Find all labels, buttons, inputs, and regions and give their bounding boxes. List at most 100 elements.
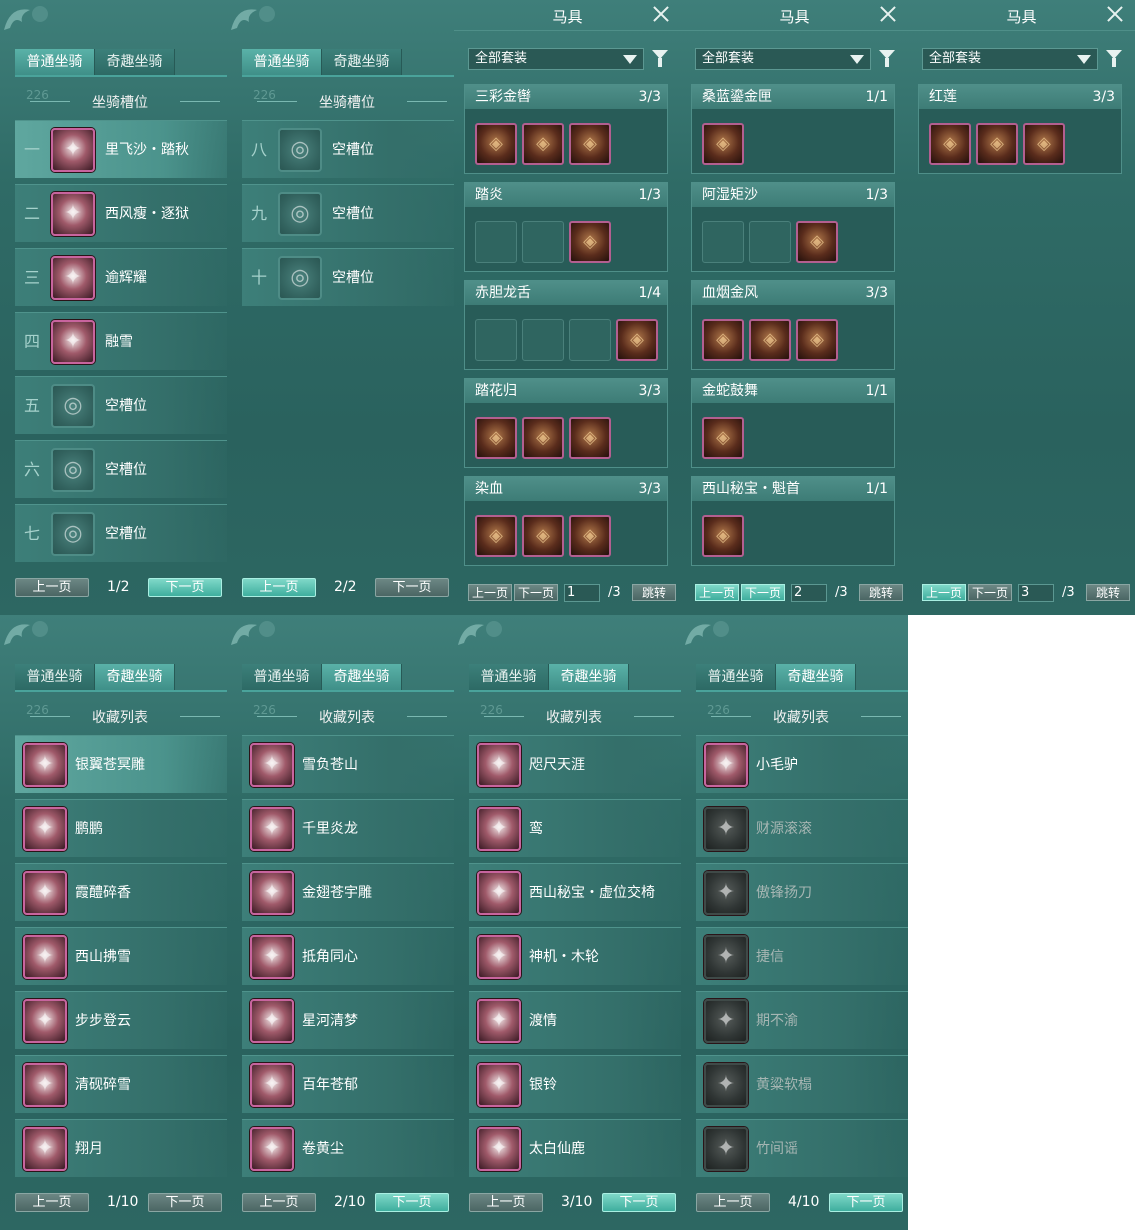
gear-item-icon[interactable]: ◈ — [1023, 123, 1065, 165]
filter-icon[interactable] — [1106, 50, 1122, 68]
tab-normal-mounts[interactable]: 普通坐骑 — [15, 664, 95, 690]
prev-page-button[interactable]: 上一页 — [242, 578, 316, 597]
page-number-input[interactable]: 2 — [791, 584, 827, 602]
gear-item-icon[interactable]: ◈ — [749, 319, 791, 361]
collection-row[interactable]: ✦ 卷黄尘 — [242, 1119, 454, 1177]
tab-normal-mounts[interactable]: 普通坐骑 — [242, 49, 322, 75]
tab-fun-mounts[interactable]: 奇趣坐骑 — [95, 664, 175, 690]
gear-item-icon[interactable]: ◈ — [475, 515, 517, 557]
collection-row[interactable]: ✦ 西山拂雪 — [15, 927, 227, 985]
gear-item-icon[interactable]: ◈ — [522, 515, 564, 557]
gear-item-icon[interactable]: ◈ — [796, 221, 838, 263]
gear-item-icon[interactable]: ◈ — [569, 221, 611, 263]
jump-button[interactable]: 跳转 — [859, 584, 903, 601]
prev-page-button[interactable]: 上一页 — [468, 584, 512, 601]
prev-page-button[interactable]: 上一页 — [922, 584, 966, 601]
gear-item-icon[interactable]: ◈ — [569, 515, 611, 557]
gear-item-icon[interactable]: ◈ — [475, 123, 517, 165]
tab-normal-mounts[interactable]: 普通坐骑 — [696, 664, 776, 690]
set-filter-select[interactable]: 全部套装 — [468, 48, 644, 70]
collection-row[interactable]: ✦ 财源滚滚 — [696, 799, 908, 857]
mount-slot-row[interactable]: 一 ✦ 里飞沙・踏秋 — [15, 120, 227, 178]
page-number-input[interactable]: 3 — [1018, 584, 1054, 602]
tab-fun-mounts[interactable]: 奇趣坐骑 — [95, 49, 175, 75]
mount-slot-row[interactable]: 八 ◎ 空槽位 — [242, 120, 454, 178]
collection-row[interactable]: ✦ 捷信 — [696, 927, 908, 985]
gear-item-icon[interactable]: ◈ — [522, 417, 564, 459]
collection-row[interactable]: ✦ 步步登云 — [15, 991, 227, 1049]
collection-row[interactable]: ✦ 千里炎龙 — [242, 799, 454, 857]
gear-item-icon[interactable]: ◈ — [569, 123, 611, 165]
collection-row[interactable]: ✦ 咫尺天涯 — [469, 735, 681, 793]
mount-slot-row[interactable]: 九 ◎ 空槽位 — [242, 184, 454, 242]
collection-row[interactable]: ✦ 傲锋扬刀 — [696, 863, 908, 921]
filter-icon[interactable] — [879, 50, 895, 68]
prev-page-button[interactable]: 上一页 — [15, 578, 89, 597]
gear-item-icon[interactable]: ◈ — [522, 123, 564, 165]
collection-row[interactable]: ✦ 银铃 — [469, 1055, 681, 1113]
prev-page-button[interactable]: 上一页 — [15, 1193, 89, 1212]
collection-row[interactable]: ✦ 翔月 — [15, 1119, 227, 1177]
tab-fun-mounts[interactable]: 奇趣坐骑 — [322, 49, 402, 75]
collection-row[interactable]: ✦ 小毛驴 — [696, 735, 908, 793]
collection-row[interactable]: ✦ 竹间谣 — [696, 1119, 908, 1177]
jump-button[interactable]: 跳转 — [632, 584, 676, 601]
jump-button[interactable]: 跳转 — [1086, 584, 1130, 601]
collection-row[interactable]: ✦ 神机・木轮 — [469, 927, 681, 985]
next-page-button[interactable]: 下一页 — [375, 578, 449, 597]
mount-slot-row[interactable]: 三 ✦ 逾辉耀 — [15, 248, 227, 306]
mount-slot-row[interactable]: 十 ◎ 空槽位 — [242, 248, 454, 306]
collection-row[interactable]: ✦ 渡情 — [469, 991, 681, 1049]
collection-row[interactable]: ✦ 霞醴碎香 — [15, 863, 227, 921]
gear-item-icon[interactable]: ◈ — [702, 417, 744, 459]
prev-page-button[interactable]: 上一页 — [242, 1193, 316, 1212]
collection-row[interactable]: ✦ 清砚碎雪 — [15, 1055, 227, 1113]
mount-slot-row[interactable]: 四 ✦ 融雪 — [15, 312, 227, 370]
next-page-button[interactable]: 下一页 — [602, 1193, 676, 1212]
collection-row[interactable]: ✦ 抵角同心 — [242, 927, 454, 985]
next-page-button[interactable]: 下一页 — [375, 1193, 449, 1212]
collection-row[interactable]: ✦ 黄粱软榻 — [696, 1055, 908, 1113]
collection-row[interactable]: ✦ 星河清梦 — [242, 991, 454, 1049]
close-icon[interactable] — [878, 4, 898, 24]
mount-slot-row[interactable]: 二 ✦ 西风瘦・逐狱 — [15, 184, 227, 242]
next-page-button[interactable]: 下一页 — [148, 1193, 222, 1212]
tab-normal-mounts[interactable]: 普通坐骑 — [242, 664, 322, 690]
set-filter-select[interactable]: 全部套装 — [695, 48, 871, 70]
mount-slot-row[interactable]: 五 ◎ 空槽位 — [15, 376, 227, 434]
prev-page-button[interactable]: 上一页 — [696, 1193, 770, 1212]
mount-slot-row[interactable]: 七 ◎ 空槽位 — [15, 504, 227, 562]
gear-item-icon[interactable]: ◈ — [702, 319, 744, 361]
gear-item-icon[interactable]: ◈ — [569, 417, 611, 459]
next-page-button[interactable]: 下一页 — [968, 584, 1012, 601]
tab-normal-mounts[interactable]: 普通坐骑 — [15, 49, 95, 75]
collection-row[interactable]: ✦ 雪负苍山 — [242, 735, 454, 793]
collection-row[interactable]: ✦ 太白仙鹿 — [469, 1119, 681, 1177]
gear-item-icon[interactable]: ◈ — [702, 515, 744, 557]
gear-item-icon[interactable]: ◈ — [702, 123, 744, 165]
tab-fun-mounts[interactable]: 奇趣坐骑 — [322, 664, 402, 690]
mount-slot-row[interactable]: 六 ◎ 空槽位 — [15, 440, 227, 498]
next-page-button[interactable]: 下一页 — [829, 1193, 903, 1212]
prev-page-button[interactable]: 上一页 — [695, 584, 739, 601]
close-icon[interactable] — [651, 4, 671, 24]
gear-item-icon[interactable]: ◈ — [796, 319, 838, 361]
set-filter-select[interactable]: 全部套装 — [922, 48, 1098, 70]
collection-row[interactable]: ✦ 金翅苍宇雕 — [242, 863, 454, 921]
collection-row[interactable]: ✦ 西山秘宝・虚位交椅 — [469, 863, 681, 921]
page-number-input[interactable]: 1 — [564, 584, 600, 602]
next-page-button[interactable]: 下一页 — [741, 584, 785, 601]
next-page-button[interactable]: 下一页 — [514, 584, 558, 601]
collection-row[interactable]: ✦ 银翼苍冥雕 — [15, 735, 227, 793]
tab-normal-mounts[interactable]: 普通坐骑 — [469, 664, 549, 690]
tab-fun-mounts[interactable]: 奇趣坐骑 — [776, 664, 856, 690]
next-page-button[interactable]: 下一页 — [148, 578, 222, 597]
filter-icon[interactable] — [652, 50, 668, 68]
gear-item-icon[interactable]: ◈ — [929, 123, 971, 165]
gear-item-icon[interactable]: ◈ — [976, 123, 1018, 165]
gear-item-icon[interactable]: ◈ — [616, 319, 658, 361]
prev-page-button[interactable]: 上一页 — [469, 1193, 543, 1212]
collection-row[interactable]: ✦ 鸾 — [469, 799, 681, 857]
collection-row[interactable]: ✦ 百年苍郁 — [242, 1055, 454, 1113]
collection-row[interactable]: ✦ 期不渝 — [696, 991, 908, 1049]
